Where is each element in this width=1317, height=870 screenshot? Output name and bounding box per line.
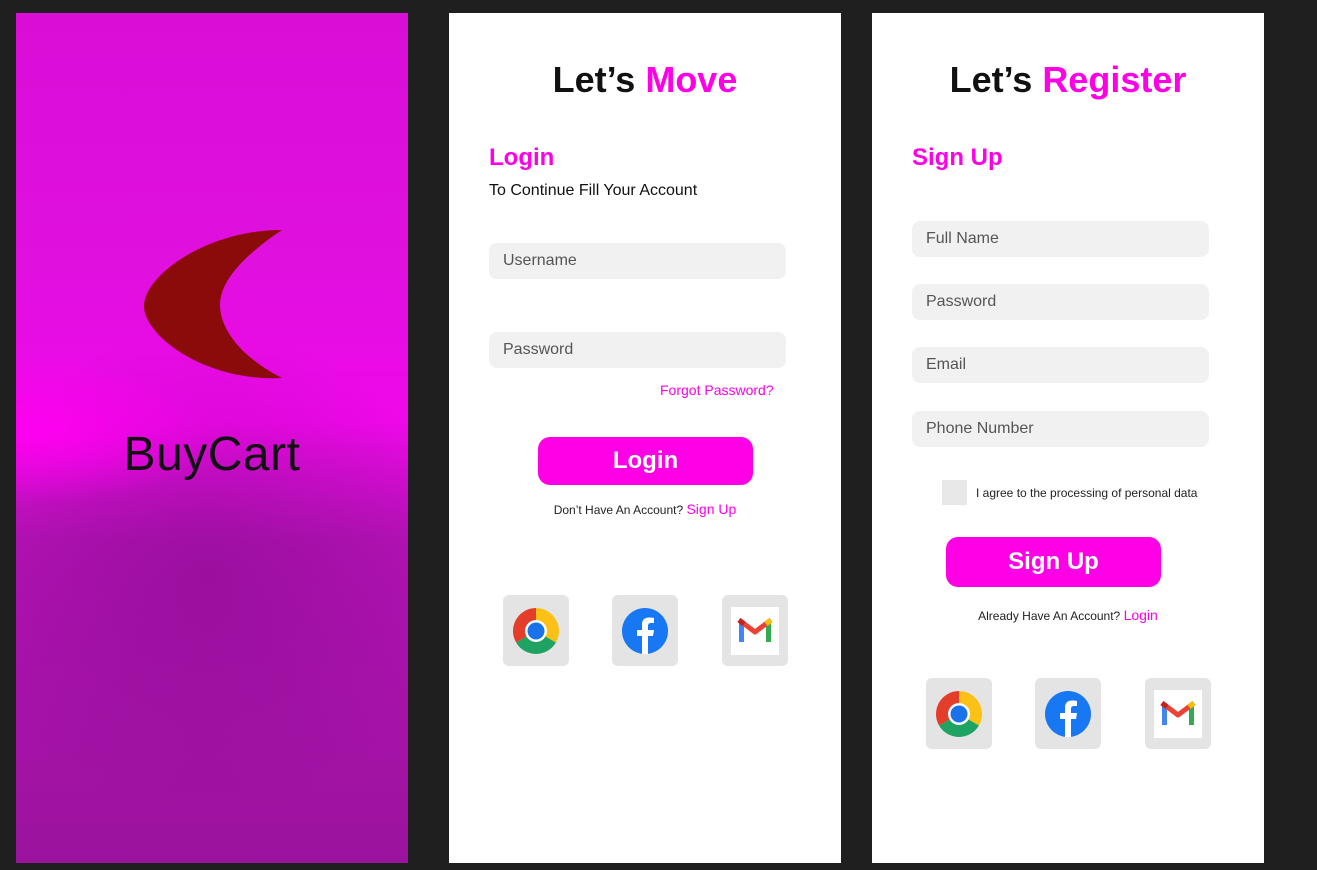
forgot-password-link[interactable]: Forgot Password? xyxy=(660,382,774,398)
login-screen: Let’s Move Login To Continue Fill Your A… xyxy=(449,13,841,863)
login-button[interactable]: Login xyxy=(538,437,753,485)
password-input[interactable] xyxy=(489,332,786,368)
splash-screen: BuyCart xyxy=(16,13,408,863)
gmail-icon xyxy=(731,606,779,655)
brand-name: BuyCart xyxy=(123,428,301,481)
title-accent: Register xyxy=(1042,59,1187,100)
chrome-login-button[interactable] xyxy=(503,595,569,666)
crescent-icon xyxy=(144,230,282,379)
facebook-icon xyxy=(622,607,668,654)
section-title: Login xyxy=(489,144,555,171)
title-prefix: Let’s xyxy=(552,59,636,100)
signup-button[interactable]: Sign Up xyxy=(946,537,1161,587)
signup-link[interactable]: Sign Up xyxy=(686,501,736,517)
no-account-note: Don’t Have An Account? Sign Up xyxy=(449,501,841,517)
chrome-icon xyxy=(935,690,983,737)
facebook-icon xyxy=(1045,690,1091,737)
facebook-signup-button[interactable] xyxy=(1035,678,1101,749)
gmail-icon xyxy=(1154,689,1202,738)
page-title: Let’s Move xyxy=(449,59,841,101)
no-account-text: Don’t Have An Account? xyxy=(553,503,684,517)
agree-label: I agree to the processing of personal da… xyxy=(976,486,1198,500)
title-accent: Move xyxy=(645,59,738,100)
login-link[interactable]: Login xyxy=(1124,607,1158,623)
have-account-text: Already Have An Account? xyxy=(978,609,1121,623)
gmail-signup-button[interactable] xyxy=(1145,678,1211,749)
agree-checkbox[interactable] xyxy=(942,480,967,505)
page-title: Let’s Register xyxy=(872,59,1264,101)
email-input[interactable] xyxy=(912,347,1209,383)
chrome-signup-button[interactable] xyxy=(926,678,992,749)
have-account-note: Already Have An Account? Login xyxy=(872,607,1264,623)
phone-input[interactable] xyxy=(912,411,1209,447)
password-input[interactable] xyxy=(912,284,1209,320)
section-title: Sign Up xyxy=(912,144,1003,171)
subtitle: To Continue Fill Your Account xyxy=(489,182,698,199)
register-screen: Let’s Register Sign Up I agree to the pr… xyxy=(872,13,1264,863)
facebook-login-button[interactable] xyxy=(612,595,678,666)
title-prefix: Let’s xyxy=(949,59,1033,100)
gmail-login-button[interactable] xyxy=(722,595,788,666)
fullname-input[interactable] xyxy=(912,221,1209,257)
username-input[interactable] xyxy=(489,243,786,279)
chrome-icon xyxy=(512,607,560,654)
